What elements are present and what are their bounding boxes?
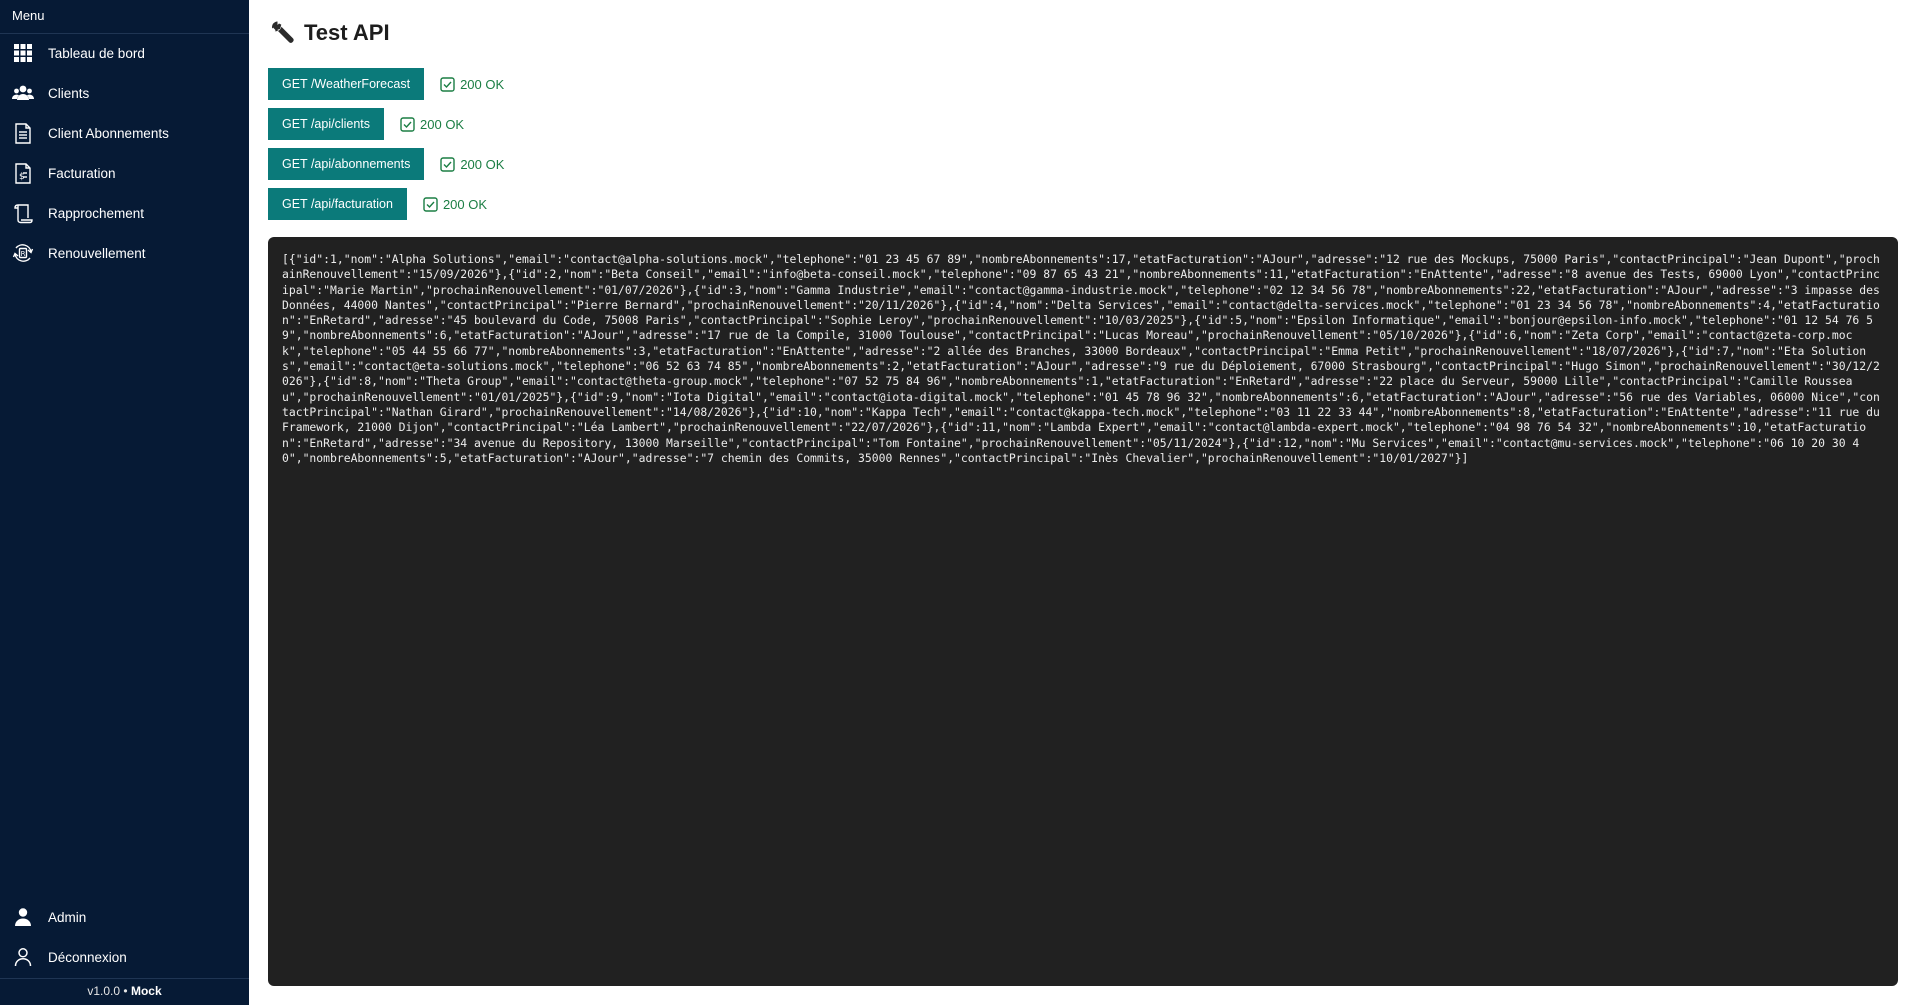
svg-text:R: R: [21, 250, 26, 258]
api-test-row: GET /api/facturation 200 OK: [268, 188, 487, 220]
sidebar-item-renouvellement[interactable]: R Renouvellement: [0, 235, 249, 271]
sidebar-item-client-abonnements[interactable]: Client Abonnements: [0, 115, 249, 151]
page-header: Test API: [270, 20, 390, 46]
get-api-facturation-button[interactable]: GET /api/facturation: [268, 188, 407, 220]
sidebar-item-deconnexion[interactable]: Déconnexion: [0, 939, 249, 975]
api-test-row: GET /api/abonnements 200 OK: [268, 148, 504, 180]
sidebar: Menu Tableau de bord Clients Client Abon…: [0, 0, 249, 1005]
receipt-icon: [12, 202, 34, 224]
sidebar-item-admin[interactable]: Admin: [0, 899, 249, 935]
sidebar-item-label: Admin: [48, 909, 87, 925]
response-output-panel[interactable]: [{"id":1,"nom":"Alpha Solutions","email"…: [268, 237, 1898, 986]
get-api-abonnements-button[interactable]: GET /api/abonnements: [268, 148, 425, 180]
status-indicator: 200 OK: [440, 77, 504, 92]
sidebar-item-clients[interactable]: Clients: [0, 75, 249, 111]
response-json-text: [{"id":1,"nom":"Alpha Solutions","email"…: [282, 252, 1887, 465]
menu-divider: [0, 33, 249, 34]
sidebar-item-label: Clients: [48, 85, 90, 101]
api-test-row: GET /api/clients 200 OK: [268, 108, 464, 140]
mode-label: Mock: [130, 984, 162, 998]
get-weatherforecast-button[interactable]: GET /WeatherForecast: [268, 68, 425, 100]
checkbox-checked-icon: [440, 76, 455, 92]
grid-icon: [12, 42, 34, 64]
version-separator: •: [123, 984, 128, 998]
version-info: v1.0.0 • Mock: [0, 984, 249, 998]
document-list-icon: [12, 122, 34, 144]
invoice-icon: $: [12, 162, 34, 184]
checkbox-checked-icon: [440, 156, 456, 172]
api-test-row: GET /WeatherForecast 200 OK: [268, 68, 504, 100]
footer-divider: [0, 978, 249, 979]
sidebar-item-label: Client Abonnements: [48, 125, 169, 141]
menu-title: Menu: [12, 8, 45, 23]
user-outline-icon: [12, 946, 34, 968]
sidebar-item-facturation[interactable]: $ Facturation: [0, 155, 249, 191]
renew-icon: R: [12, 242, 34, 264]
page-title: Test API: [304, 20, 390, 45]
checkbox-checked-icon: [400, 116, 415, 132]
sidebar-item-label: Déconnexion: [48, 949, 127, 965]
status-text: 200 OK: [442, 196, 488, 212]
wrench-icon: [270, 20, 296, 46]
sidebar-item-rapprochement[interactable]: Rapprochement: [0, 195, 249, 231]
status-text: 200 OK: [460, 76, 505, 92]
checkbox-checked-icon: [423, 196, 438, 212]
status-indicator: 200 OK: [400, 117, 464, 132]
sidebar-item-label: Facturation: [48, 165, 116, 181]
sidebar-item-label: Renouvellement: [48, 245, 146, 261]
users-icon: [12, 82, 34, 104]
status-indicator: 200 OK: [440, 157, 504, 172]
status-text: 200 OK: [460, 156, 505, 172]
user-icon: [12, 906, 34, 928]
sidebar-item-label: Tableau de bord: [48, 45, 145, 61]
status-indicator: 200 OK: [423, 197, 487, 212]
version-number: v1.0.0: [87, 984, 121, 998]
sidebar-item-tableau-de-bord[interactable]: Tableau de bord: [0, 35, 249, 71]
get-api-clients-button[interactable]: GET /api/clients: [268, 108, 385, 140]
sidebar-item-label: Rapprochement: [48, 205, 145, 221]
status-text: 200 OK: [420, 116, 465, 132]
